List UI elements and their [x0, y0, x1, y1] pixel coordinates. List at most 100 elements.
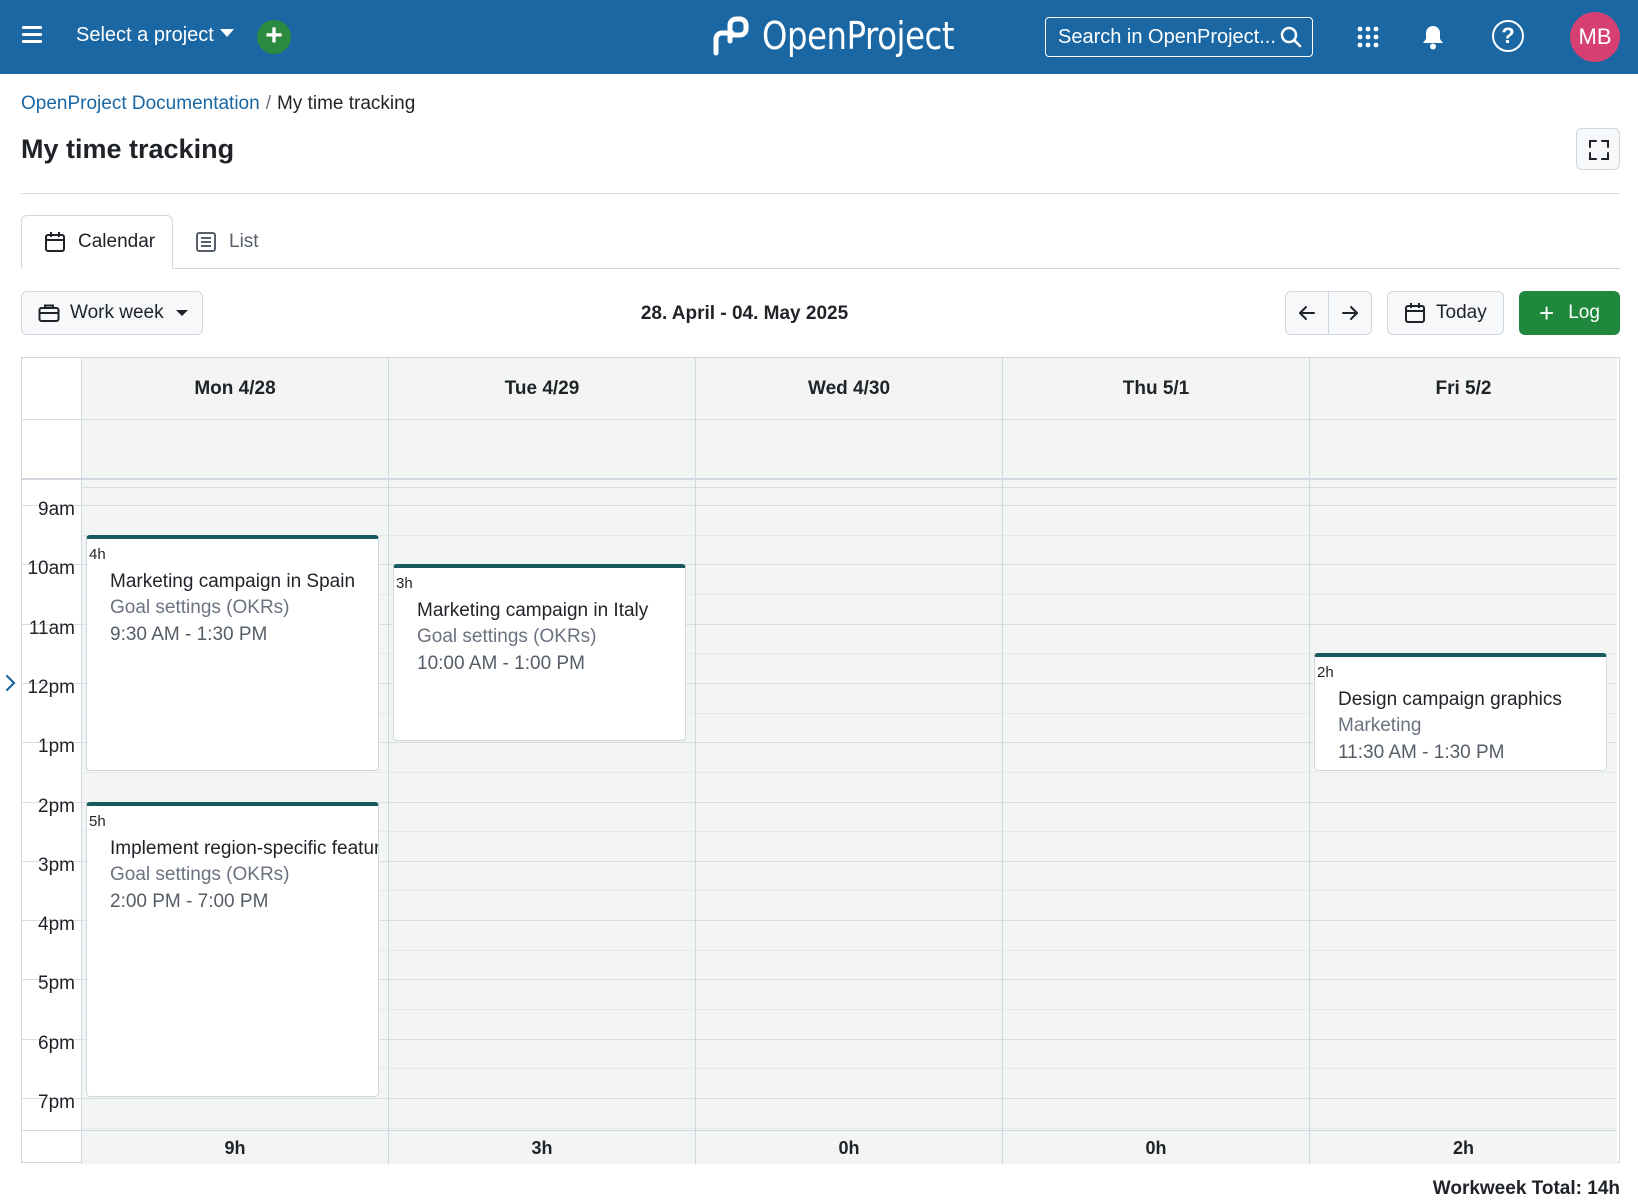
bell-icon[interactable] — [1422, 24, 1444, 50]
gutter-allday — [22, 420, 81, 480]
breadcrumb-link-documentation[interactable]: OpenProject Documentation — [21, 93, 260, 114]
half-hour-gridline — [1310, 890, 1617, 892]
half-hour-gridline — [389, 831, 695, 833]
all-day-slot[interactable] — [696, 420, 1002, 480]
day-header: Wed 4/30 — [696, 358, 1002, 420]
day-column[interactable]: Thu 5/1 0h — [1003, 358, 1310, 1164]
search-input[interactable]: Search in OpenProject... — [1045, 17, 1313, 57]
event-duration: 2h — [1317, 664, 1334, 682]
hour-gridline — [696, 979, 1002, 981]
tab-list[interactable]: List — [195, 215, 259, 269]
slot-divider — [696, 482, 1002, 488]
time-label: 12pm — [27, 676, 75, 698]
time-label: 1pm — [38, 736, 75, 758]
hour-gridline — [696, 623, 1002, 625]
log-time-button[interactable]: + Log — [1519, 291, 1620, 335]
hour-gridline — [1003, 1038, 1309, 1040]
half-hour-gridline — [1310, 534, 1617, 536]
all-day-slot[interactable] — [1003, 420, 1309, 480]
avatar[interactable]: MB — [1570, 12, 1620, 62]
event-duration: 5h — [89, 812, 106, 830]
event-project: Goal settings (OKRs) — [110, 863, 290, 885]
time-entry-event[interactable]: 5h Implement region-specific features Goal… — [86, 801, 379, 1097]
half-hour-gridline — [696, 593, 1002, 595]
half-hour-gridline — [696, 653, 1002, 655]
project-select[interactable]: Select a project — [76, 24, 234, 47]
day-column[interactable]: Tue 4/29 3h — [389, 358, 696, 1164]
time-entry-event[interactable]: 3h Marketing campaign in Italy Goal settin… — [393, 564, 686, 742]
day-total: 2h — [1310, 1130, 1617, 1164]
all-day-slot[interactable] — [389, 420, 695, 480]
modules-grid-icon[interactable] — [1357, 26, 1379, 48]
next-week-button[interactable] — [1329, 292, 1372, 334]
tab-calendar[interactable]: Calendar — [21, 215, 173, 269]
day-header: Fri 5/2 — [1310, 358, 1617, 420]
logo-icon — [713, 16, 749, 56]
half-hour-gridline — [1003, 712, 1309, 714]
create-button[interactable]: + — [257, 20, 291, 54]
all-day-slot[interactable] — [82, 420, 388, 480]
all-day-slot[interactable] — [1310, 420, 1617, 480]
hour-gridline — [389, 505, 695, 506]
hour-gridline — [1003, 505, 1309, 506]
hour-gridline — [1003, 742, 1309, 744]
today-button[interactable]: Today — [1387, 291, 1504, 335]
half-hour-gridline — [1003, 1068, 1309, 1070]
half-hour-gridline — [1310, 1068, 1617, 1070]
half-hour-gridline — [1310, 1009, 1617, 1011]
today-label: Today — [1436, 302, 1487, 323]
date-range-label: 28. April - 04. May 2025 — [640, 303, 849, 324]
plus-icon: + — [1539, 298, 1555, 328]
half-hour-gridline — [696, 771, 1002, 773]
help-icon[interactable]: ? — [1492, 20, 1524, 52]
half-hour-gridline — [1003, 1009, 1309, 1011]
caret-down-icon — [219, 29, 234, 37]
time-label: 9am — [38, 499, 75, 520]
hour-gridline — [1003, 801, 1309, 803]
half-hour-gridline — [696, 949, 1002, 951]
time-entry-event[interactable]: 4h Marketing campaign in Spain Goal settin… — [86, 534, 379, 771]
previous-week-button[interactable] — [1286, 292, 1329, 334]
openproject-logo[interactable]: OpenProject — [710, 14, 988, 58]
time-entry-event[interactable]: 2h Design campaign graphics Marketing 11:30… — [1314, 653, 1607, 771]
half-hour-gridline — [696, 1009, 1002, 1011]
search-placeholder: Search in OpenProject... — [1058, 26, 1276, 48]
fullscreen-button[interactable] — [1576, 128, 1620, 170]
day-header: Tue 4/29 — [389, 358, 695, 420]
hour-gridline — [389, 801, 695, 803]
half-hour-gridline — [82, 771, 388, 773]
slot-divider — [1310, 482, 1617, 488]
hour-gridline — [1310, 801, 1617, 803]
event-project: Goal settings (OKRs) — [110, 596, 290, 618]
hour-gridline — [1003, 564, 1309, 566]
half-hour-gridline — [82, 1127, 388, 1129]
hour-gridline — [1003, 1098, 1309, 1099]
day-header: Mon 4/28 — [82, 358, 388, 420]
hour-gridline — [696, 1038, 1002, 1040]
event-time: 11:30 AM - 1:30 PM — [1338, 742, 1505, 764]
menu-icon[interactable] — [20, 26, 44, 48]
hour-gridline — [696, 860, 1002, 862]
time-label: 3pm — [38, 854, 75, 876]
tab-calendar-label: Calendar — [78, 231, 156, 252]
half-hour-gridline — [1003, 949, 1309, 951]
half-hour-gridline — [1003, 890, 1309, 892]
hour-gridline — [1310, 979, 1617, 981]
hour-gridline — [696, 564, 1002, 566]
day-column[interactable]: Wed 4/30 0h — [696, 358, 1003, 1164]
time-label: 6pm — [38, 1032, 75, 1054]
chevron-right-icon[interactable] — [4, 674, 18, 692]
hour-gridline — [696, 920, 1002, 922]
half-hour-gridline — [696, 831, 1002, 833]
half-hour-gridline — [1310, 593, 1617, 595]
hour-gridline — [389, 860, 695, 862]
day-total: 0h — [696, 1130, 1002, 1164]
half-hour-gridline — [1003, 653, 1309, 655]
half-hour-gridline — [389, 949, 695, 951]
half-hour-gridline — [696, 1068, 1002, 1070]
hour-gridline — [1310, 1038, 1617, 1040]
half-hour-gridline — [1003, 593, 1309, 595]
week-navigation — [1285, 291, 1372, 335]
time-label: 2pm — [38, 795, 75, 817]
tabs-divider — [21, 268, 1620, 269]
